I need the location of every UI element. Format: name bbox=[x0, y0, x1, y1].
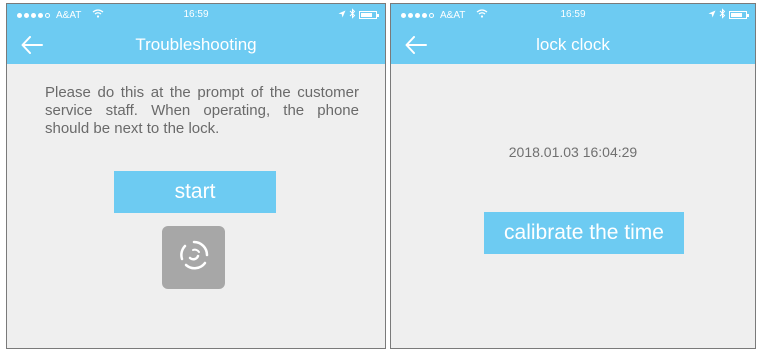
status-bar: A&AT 16:59 bbox=[7, 4, 385, 26]
instruction-text: Please do this at the prompt of the cust… bbox=[45, 84, 359, 137]
status-time: 16:59 bbox=[560, 9, 586, 20]
nav-bar: Troubleshooting bbox=[7, 26, 385, 64]
status-right-icons bbox=[708, 8, 749, 22]
page-title: lock clock bbox=[536, 35, 610, 54]
status-time: 16:59 bbox=[183, 9, 209, 20]
calibrate-time-button[interactable]: calibrate the time bbox=[484, 212, 684, 254]
lock-clock-screen: A&AT 16:59 lock clock 2018.01.03 16:04:2… bbox=[390, 3, 756, 349]
start-button[interactable]: start bbox=[114, 171, 276, 213]
status-bar: A&AT 16:59 bbox=[391, 4, 755, 26]
location-arrow-icon bbox=[338, 10, 346, 21]
nav-bar: lock clock bbox=[391, 26, 755, 64]
bluetooth-icon bbox=[719, 8, 726, 22]
battery-icon bbox=[359, 11, 379, 19]
page-title: Troubleshooting bbox=[135, 35, 257, 54]
screenshot-stage: A&AT 16:59 Troubleshooting Please do thi… bbox=[0, 0, 761, 351]
back-arrow-icon[interactable] bbox=[19, 32, 45, 58]
loading-spinner-icon bbox=[176, 237, 212, 278]
battery-icon bbox=[729, 11, 749, 19]
troubleshooting-screen: A&AT 16:59 Troubleshooting Please do thi… bbox=[6, 3, 386, 349]
loading-indicator bbox=[162, 226, 225, 289]
location-arrow-icon bbox=[708, 10, 716, 21]
lock-datetime: 2018.01.03 16:04:29 bbox=[508, 144, 638, 160]
bluetooth-icon bbox=[349, 8, 356, 22]
status-right-icons bbox=[338, 8, 379, 22]
back-arrow-icon[interactable] bbox=[403, 32, 429, 58]
